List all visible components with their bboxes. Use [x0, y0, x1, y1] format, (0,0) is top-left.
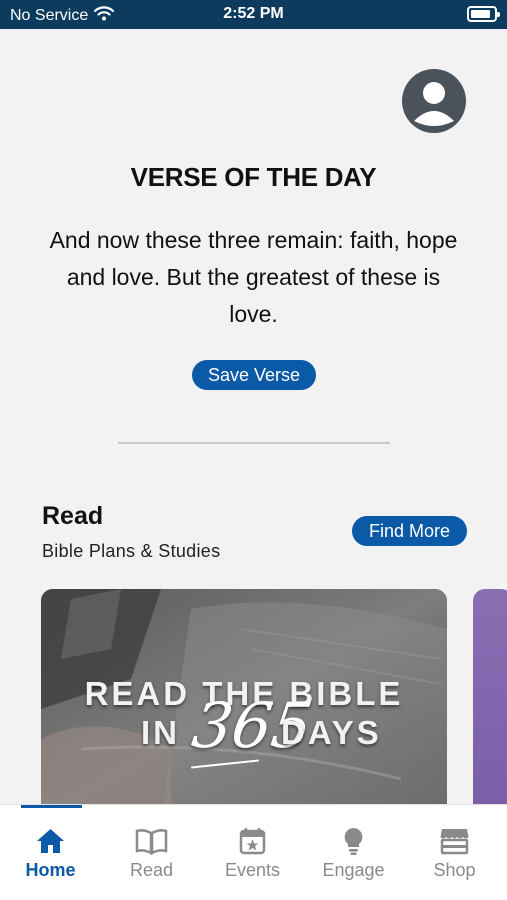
- tab-shop[interactable]: Shop: [404, 805, 505, 885]
- bible-plan-card[interactable]: READ THE BIBLE IN 365 DAYS: [41, 589, 447, 819]
- card-title-days: DAYS: [281, 714, 382, 751]
- calendar-icon: [202, 827, 303, 855]
- card-title-in: IN: [141, 714, 180, 751]
- lightbulb-icon: [303, 827, 404, 855]
- read-section-subtitle: Bible Plans & Studies: [42, 541, 221, 561]
- tab-read[interactable]: Read: [101, 805, 202, 885]
- tab-engage-label: Engage: [322, 860, 385, 880]
- tab-home[interactable]: Home: [0, 805, 101, 885]
- next-card-peek[interactable]: [473, 589, 507, 819]
- tab-events-label: Events: [224, 860, 281, 880]
- tab-read-label: Read: [129, 860, 174, 880]
- section-divider: [118, 442, 390, 444]
- tab-events[interactable]: Events: [202, 805, 303, 885]
- book-icon: [101, 827, 202, 856]
- status-bar: No Service 2:52 PM: [0, 0, 507, 29]
- tab-home-label: Home: [25, 860, 76, 880]
- verse-text: And now these three remain: faith, hope …: [49, 227, 458, 327]
- find-more-button[interactable]: Find More: [352, 516, 467, 546]
- save-verse-button[interactable]: Save Verse: [192, 360, 316, 390]
- verse-of-the-day-title: VERSE OF THE DAY: [130, 162, 377, 192]
- read-section-title: Read: [42, 502, 104, 530]
- status-time: 2:52 PM: [223, 5, 284, 22]
- user-icon: [414, 82, 454, 126]
- battery-icon: [467, 6, 500, 22]
- profile-avatar-button[interactable]: [402, 69, 466, 133]
- tab-engage[interactable]: Engage: [303, 805, 404, 885]
- store-icon: [404, 827, 505, 855]
- home-icon: [0, 827, 101, 855]
- bottom-tab-bar: Home Read Events Engage Shop: [0, 804, 507, 900]
- tab-shop-label: Shop: [433, 860, 476, 880]
